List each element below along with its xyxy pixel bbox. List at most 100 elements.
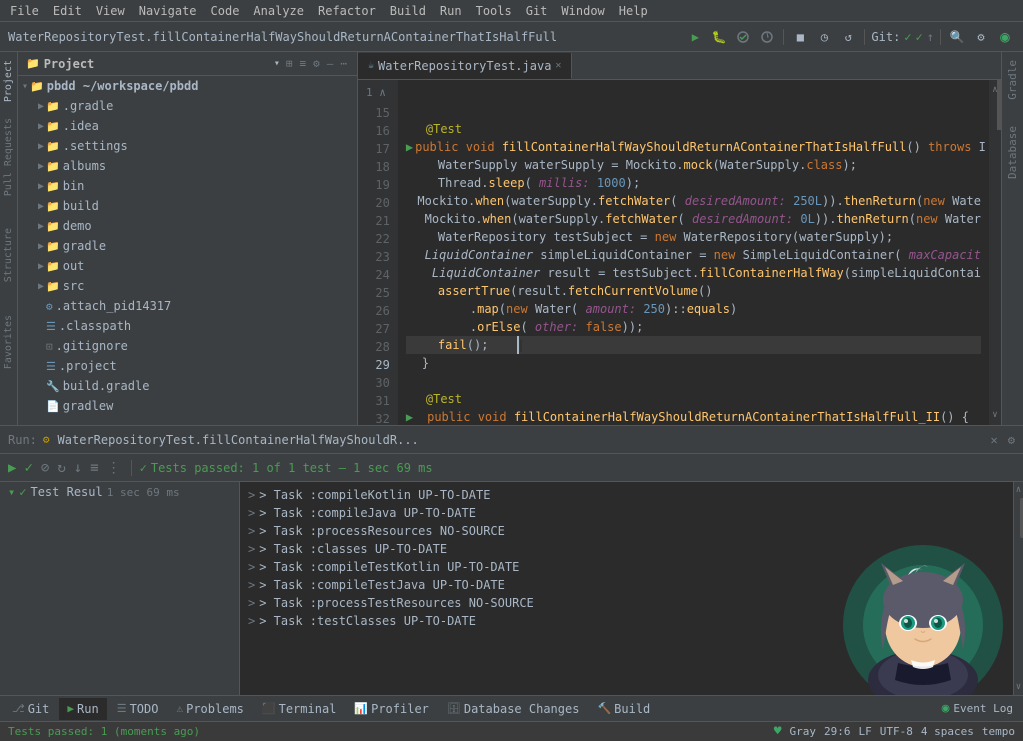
project-tab[interactable]: Project	[1, 54, 16, 108]
status-position[interactable]: 29:6	[824, 725, 851, 738]
run-play-button[interactable]: ▶	[6, 458, 18, 478]
tree-item-project[interactable]: ▶ ☰ .project	[18, 356, 357, 376]
terminal-bottom-tab[interactable]: ⬛ Terminal	[254, 698, 345, 720]
status-line-ending[interactable]: LF	[859, 725, 872, 738]
db-changes-bottom-tab[interactable]: 🗄 Database Changes	[439, 698, 588, 720]
menu-code[interactable]: Code	[205, 2, 246, 20]
menu-git[interactable]: Git	[520, 2, 554, 20]
menu-window[interactable]: Window	[555, 2, 610, 20]
menu-tools[interactable]: Tools	[470, 2, 518, 20]
status-branch[interactable]: tempo	[982, 725, 1015, 738]
build-scrollbar[interactable]: ∧ ∨	[1013, 482, 1023, 695]
favorites-tab[interactable]: Favorites	[1, 309, 16, 375]
scroll-down-button[interactable]: ∨	[989, 405, 1001, 425]
scroll-up-button[interactable]: ∧	[989, 80, 1001, 100]
problems-bottom-tab[interactable]: ⚠ Problems	[168, 698, 251, 720]
group-button[interactable]: ⋮	[105, 458, 123, 478]
close-brace-30: }	[422, 354, 429, 372]
code-editor[interactable]: 1 ∧ 15 16 17 18 19 20 21 22 23 24 25 26 …	[358, 80, 1001, 425]
todo-bottom-tab[interactable]: ☰ TODO	[109, 698, 167, 720]
undo-button[interactable]: ↺	[838, 27, 858, 47]
tree-item-gradle[interactable]: ▶ 📁 .gradle	[18, 96, 357, 116]
panel-title: Project	[44, 57, 270, 71]
line-num-23: 23	[366, 248, 390, 266]
tree-item-buildgradle[interactable]: ▶ 🔧 build.gradle	[18, 376, 357, 396]
tree-item-attach[interactable]: ▶ ⚙ .attach_pid14317	[18, 296, 357, 316]
status-gray[interactable]: Gray	[790, 725, 817, 738]
run-close-x[interactable]: ✕	[991, 433, 998, 447]
profile-button[interactable]	[757, 27, 777, 47]
database-tab[interactable]: Database	[1004, 118, 1021, 187]
sync-icon[interactable]: ⊞	[284, 56, 295, 71]
tab-close-button[interactable]: ✕	[555, 60, 561, 71]
tree-item-src[interactable]: ▶ 📁 src	[18, 276, 357, 296]
avatar-icon: ◉	[995, 27, 1015, 47]
collapse-icon[interactable]: ≡	[298, 56, 309, 71]
tree-item-gradlew[interactable]: ▶ 📄 gradlew	[18, 396, 357, 416]
tree-item-demo[interactable]: ▶ 📁 demo	[18, 216, 357, 236]
run-marker-33[interactable]: ▶	[406, 408, 413, 425]
tree-item-gitignore[interactable]: ▶ ⊡ .gitignore	[18, 336, 357, 356]
tree-root[interactable]: ▾ 📁 pbdd ~/workspace/pbdd	[18, 76, 357, 96]
filter-icon[interactable]: ⚙	[311, 56, 322, 71]
status-indent[interactable]: 4 spaces	[921, 725, 974, 738]
thread-20: Thread.	[438, 174, 489, 192]
structure-tab[interactable]: Structure	[1, 222, 16, 288]
event-log-label[interactable]: Event Log	[953, 702, 1013, 715]
menu-analyze[interactable]: Analyze	[247, 2, 310, 20]
run-with-coverage-button[interactable]	[733, 27, 753, 47]
menu-file[interactable]: File	[4, 2, 45, 20]
profiler-bottom-tab[interactable]: 📊 Profiler	[346, 698, 437, 720]
tree-item-build[interactable]: ▶ 📁 build	[18, 196, 357, 216]
menu-build[interactable]: Build	[384, 2, 432, 20]
run-settings-icon[interactable]: ⚙	[1008, 433, 1015, 447]
debug-button[interactable]: 🐛	[709, 27, 729, 47]
settings-icon[interactable]: ⚙	[971, 27, 991, 47]
build-scroll-up[interactable]: ∧	[1015, 482, 1023, 498]
run-button[interactable]: ▶	[685, 27, 705, 47]
pull-requests-tab[interactable]: Pull Requests	[1, 112, 16, 202]
history-button[interactable]: ◷	[814, 27, 834, 47]
stop-button[interactable]: ■	[790, 27, 810, 47]
run-stop-button[interactable]: ⊘	[39, 458, 51, 478]
editor-tab-main[interactable]: ☕ WaterRepositoryTest.java ✕	[358, 53, 572, 79]
sort-button[interactable]: ≡	[88, 458, 100, 478]
build-bottom-tab[interactable]: 🔨 Build	[589, 698, 658, 720]
run-rerun-button[interactable]: ↻	[55, 458, 67, 478]
tree-item-idea[interactable]: ▶ 📁 .idea	[18, 116, 357, 136]
editor-scrollbar[interactable]: ∧ ∨	[989, 80, 1001, 425]
menu-refactor[interactable]: Refactor	[312, 2, 382, 20]
tree-item-albums[interactable]: ▶ 📁 albums	[18, 156, 357, 176]
menu-run[interactable]: Run	[434, 2, 468, 20]
tree-item-classpath[interactable]: ▶ ☰ .classpath	[18, 316, 357, 336]
run-bottom-tab[interactable]: ▶ Run	[59, 698, 106, 720]
run-filter-button[interactable]: ↓	[72, 458, 84, 478]
separator-2	[864, 29, 865, 45]
gradle-tab[interactable]: Gradle	[1004, 52, 1021, 108]
git-push[interactable]: ↑	[927, 30, 934, 44]
test-result-item[interactable]: ▾ ✓ Test Resul 1 sec 69 ms	[0, 482, 239, 502]
git-bottom-tab[interactable]: ⎇ Git	[4, 698, 57, 720]
code-line-25: LiquidContainer result = testSubject. fi…	[406, 264, 981, 282]
build-scroll-down[interactable]: ∨	[1015, 679, 1023, 695]
run-marker-18[interactable]: ▶	[406, 138, 413, 156]
menu-help[interactable]: Help	[613, 2, 654, 20]
search-button[interactable]: 🔍	[947, 27, 967, 47]
panel-dropdown-icon[interactable]: ▾	[274, 58, 280, 69]
tree-item-gradle2[interactable]: ▶ 📁 gradle	[18, 236, 357, 256]
status-pass-text: Tests passed: 1 (moments ago)	[8, 725, 200, 738]
code-content[interactable]: @Test ▶ public void fillContainerHalfWay…	[398, 80, 989, 425]
menu-view[interactable]: View	[90, 2, 131, 20]
build-scroll-thumb[interactable]	[1020, 498, 1023, 538]
java-file-icon: ☕	[368, 60, 374, 71]
menu-edit[interactable]: Edit	[47, 2, 88, 20]
tree-item-out[interactable]: ▶ 📁 out	[18, 256, 357, 276]
tree-item-bin[interactable]: ▶ 📁 bin	[18, 176, 357, 196]
new-27: new	[506, 300, 535, 318]
options-icon[interactable]: ⋯	[338, 56, 349, 71]
status-encoding[interactable]: UTF-8	[880, 725, 913, 738]
tree-item-settings[interactable]: ▶ 📁 .settings	[18, 136, 357, 156]
run-check-button[interactable]: ✓	[22, 458, 34, 478]
menu-navigate[interactable]: Navigate	[133, 2, 203, 20]
settings-panel-icon[interactable]: —	[325, 56, 336, 71]
